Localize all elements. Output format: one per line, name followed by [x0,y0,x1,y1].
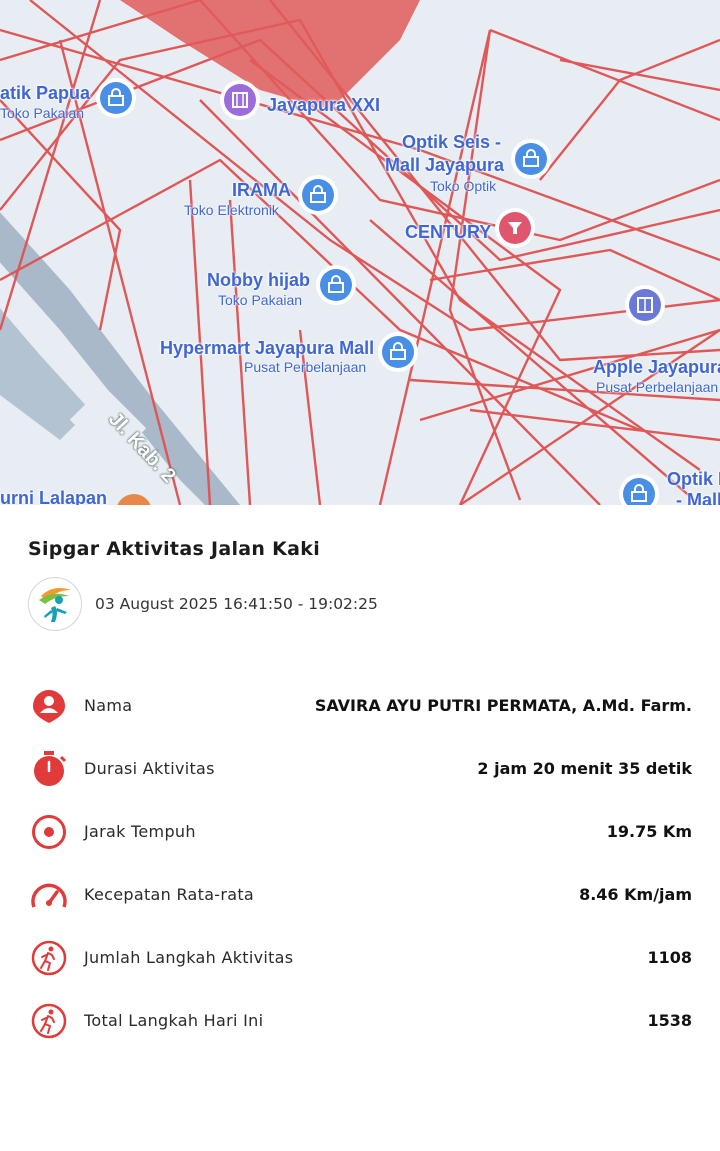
info-row-distance: Jarak Tempuh 19.75 Km [0,812,720,852]
century-pin-icon [495,208,535,248]
cinema-pin-icon [220,80,260,120]
row-label: Total Langkah Hari Ini [84,1011,264,1030]
row-label: Kecepatan Rata-rata [84,885,255,904]
info-row-duration: Durasi Aktivitas 2 jam 20 menit 35 detik [0,749,720,789]
poi-label[interactable]: atik Papua [0,83,90,104]
row-value: SAVIRA AYU PUTRI PERMATA, A.Md. Farm. [314,696,692,715]
poi-sub: Toko Elektronik [184,202,279,218]
row-label: Nama [84,696,133,715]
poi-sub: Toko Optik [430,178,497,194]
shop-pin-icon [96,78,136,118]
row-label: Durasi Aktivitas [84,759,215,778]
app-logo-icon [28,577,82,631]
poi-label[interactable]: CENTURY [405,222,491,243]
map-view[interactable]: atik Papua Toko Pakaian Jayapura XXI Opt… [0,0,720,505]
poi-label[interactable]: - Mall [676,490,720,505]
poi-label[interactable]: Optik Seis - [402,132,501,153]
shop-pin-icon [619,474,659,505]
walking-icon [31,1003,67,1039]
shop-pin-icon [378,332,418,372]
target-icon [32,815,66,849]
gps-track-segment [559,58,720,92]
speedometer-icon [31,883,67,908]
gps-track-dense [120,0,420,110]
poi-label[interactable]: Optik I [667,469,720,490]
poi-label[interactable]: Mall Jayapura [385,155,504,176]
row-label: Jarak Tempuh [84,822,196,841]
poi-label[interactable]: Apple Jayapura [593,357,720,378]
person-pin-icon [33,690,65,723]
row-value: 8.46 Km/jam [579,885,692,904]
shop-pin-icon [316,265,356,305]
info-row-name: Nama SAVIRA AYU PUTRI PERMATA, A.Md. Far… [0,686,720,726]
poi-label[interactable]: IRAMA [232,180,291,201]
shop-pin-icon [298,175,338,215]
poi-label[interactable]: Hypermart Jayapura Mall [160,338,374,359]
card-title: Sipgar Aktivitas Jalan Kaki [28,538,321,560]
gps-track-segment [489,28,720,122]
row-value: 19.75 Km [606,822,692,841]
row-label: Jumlah Langkah Aktivitas [84,948,294,967]
poi-sub: Toko Pakaian [218,292,303,308]
poi-label[interactable]: urni Lalapan [0,488,107,505]
poi-label[interactable]: Nobby hijab [207,270,310,291]
poi-sub: Pusat Perbelanjaan [596,379,719,395]
poi-label[interactable]: Jayapura XXI [267,95,380,116]
row-value: 2 jam 20 menit 35 detik [477,759,692,778]
info-row-activity-steps: Jumlah Langkah Aktivitas 1108 [0,938,720,978]
stopwatch-icon [34,751,67,786]
row-value: 1538 [647,1011,692,1030]
walking-icon [31,940,67,976]
info-row-speed: Kecepatan Rata-rata 8.46 Km/jam [0,875,720,915]
date-range: 03 August 2025 16:41:50 - 19:02:25 [95,595,378,613]
poi-sub: Pusat Perbelanjaan [244,359,367,375]
gps-track-segment [378,29,492,505]
activity-card: Sipgar Aktivitas Jalan Kaki 03 August 20… [0,505,720,1151]
info-row-total-steps: Total Langkah Hari Ini 1538 [0,1001,720,1041]
mall-pin-icon [625,285,665,325]
shop-pin-icon [511,139,551,179]
row-value: 1108 [647,948,692,967]
restaurant-pin-icon [117,494,151,505]
gps-track-segment [429,248,720,302]
poi-sub: Toko Pakaian [0,105,85,121]
